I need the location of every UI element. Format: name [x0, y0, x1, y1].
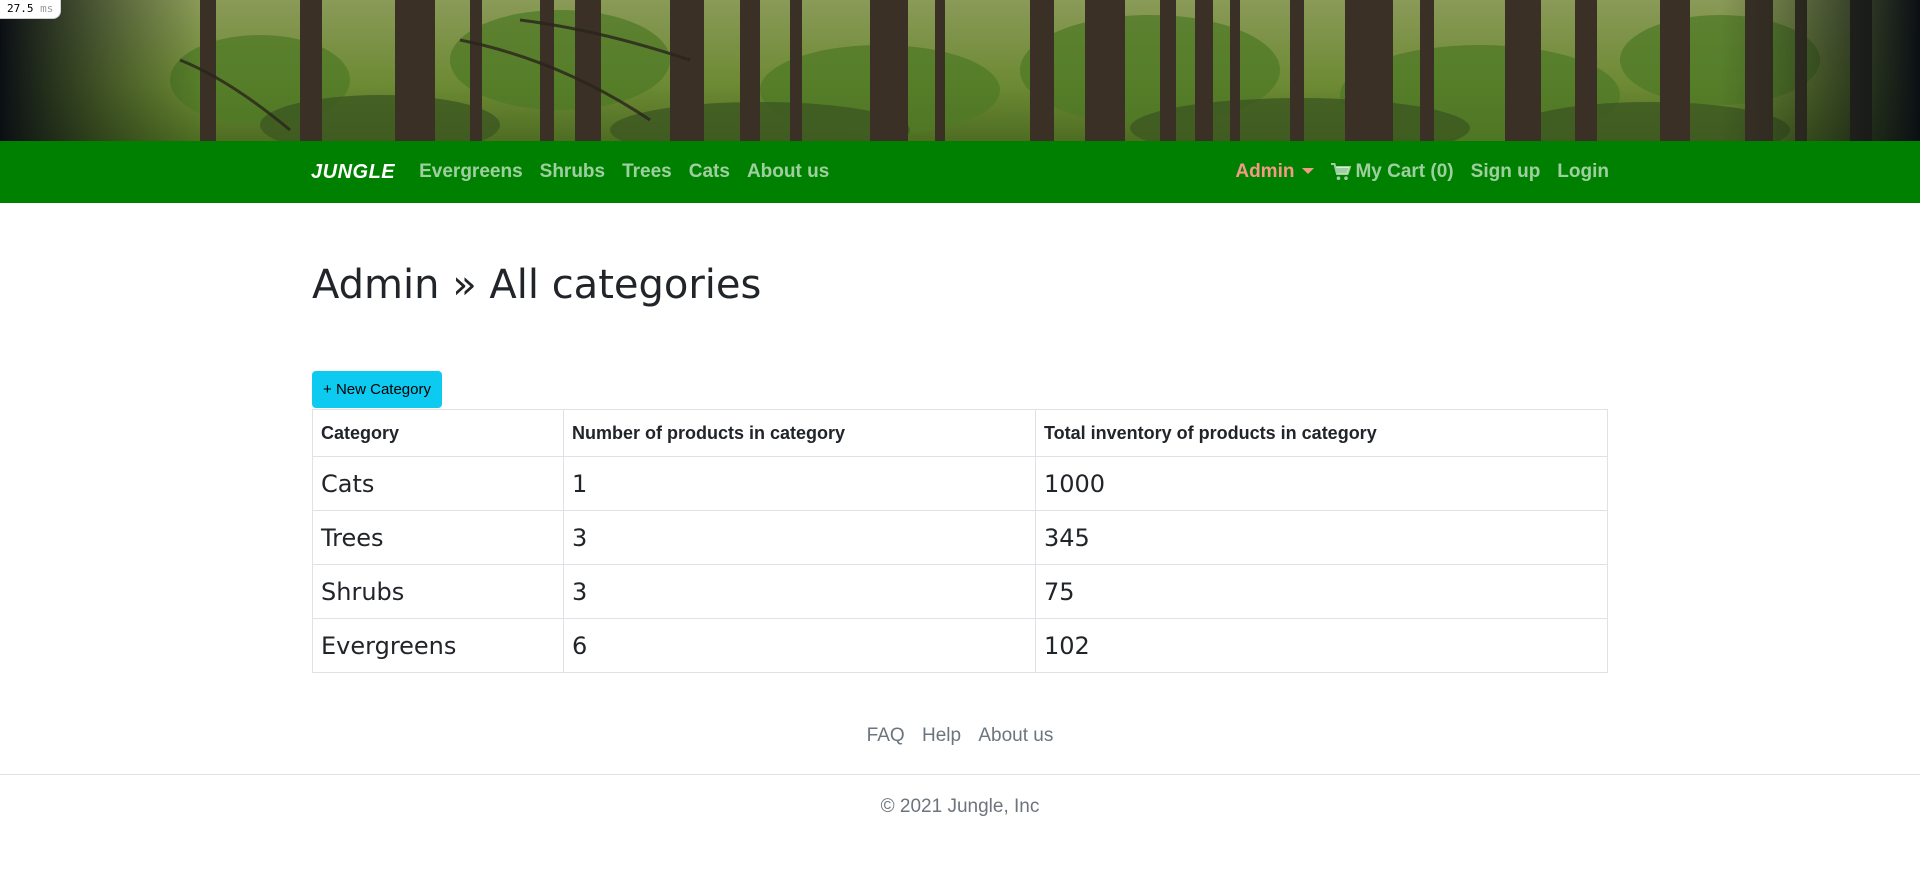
performance-value: 27.5	[7, 2, 34, 15]
admin-dropdown-label: Admin	[1235, 161, 1295, 182]
category-name-cell: Evergreens	[312, 618, 564, 673]
column-header-total-inventory: Total inventory of products in category	[1035, 409, 1608, 457]
footer-link-about-us[interactable]: About us	[978, 725, 1053, 746]
total-inventory-cell: 102	[1035, 618, 1608, 673]
navbar-container: JUNGLE Evergreens Shrubs Trees Cats Abou…	[311, 141, 1609, 203]
page-title: Admin » All categories	[312, 262, 762, 308]
sign-up-link[interactable]: Sign up	[1471, 161, 1541, 183]
performance-badge: 27.5 ms	[0, 0, 62, 19]
main-content: Admin » All categories + New Category Ca…	[312, 203, 1608, 673]
admin-dropdown[interactable]: Admin	[1235, 161, 1315, 183]
table-row: Shrubs 3 75	[312, 564, 1608, 619]
footer-link-help[interactable]: Help	[922, 725, 961, 746]
table-row: Evergreens 6 102	[312, 618, 1608, 673]
nav-link-trees[interactable]: Trees	[622, 161, 672, 183]
product-count-cell: 3	[563, 564, 1036, 619]
total-inventory-cell: 345	[1035, 510, 1608, 565]
product-count-cell: 6	[563, 618, 1036, 673]
my-cart-link[interactable]: My Cart (0)	[1331, 161, 1454, 183]
brand-logo[interactable]: JUNGLE	[311, 161, 395, 184]
caret-down-icon	[1302, 167, 1315, 174]
forest-banner-image	[0, 0, 1920, 141]
shopping-cart-icon	[1331, 163, 1352, 180]
footer-link-faq[interactable]: FAQ	[867, 725, 905, 746]
copyright-text: © 2021 Jungle, Inc	[880, 796, 1040, 817]
column-header-product-count: Number of products in category	[563, 409, 1036, 457]
footer-links: FAQ Help About us	[0, 725, 1920, 747]
table-header-row: Category Number of products in category …	[312, 409, 1608, 457]
category-name-cell: Cats	[312, 456, 564, 511]
category-name-cell: Trees	[312, 510, 564, 565]
column-header-category: Category	[312, 409, 564, 457]
login-link[interactable]: Login	[1557, 161, 1609, 183]
product-count-cell: 1	[563, 456, 1036, 511]
footer-divider	[0, 774, 1920, 775]
my-cart-label: My Cart (0)	[1355, 161, 1454, 182]
total-inventory-cell: 1000	[1035, 456, 1608, 511]
total-inventory-cell: 75	[1035, 564, 1608, 619]
new-category-button[interactable]: + New Category	[312, 371, 442, 408]
table-row: Cats 1 1000	[312, 456, 1608, 511]
performance-unit: ms	[40, 2, 54, 15]
main-navbar: JUNGLE Evergreens Shrubs Trees Cats Abou…	[0, 141, 1920, 203]
table-row: Trees 3 345	[312, 510, 1608, 565]
categories-table: Category Number of products in category …	[312, 409, 1608, 673]
navbar-right-group: Admin My Cart (0) Sign up Login	[1235, 161, 1609, 183]
nav-link-shrubs[interactable]: Shrubs	[540, 161, 605, 183]
nav-link-about-us[interactable]: About us	[747, 161, 829, 183]
category-name-cell: Shrubs	[312, 564, 564, 619]
nav-link-evergreens[interactable]: Evergreens	[419, 161, 523, 183]
product-count-cell: 3	[563, 510, 1036, 565]
nav-link-cats[interactable]: Cats	[689, 161, 730, 183]
